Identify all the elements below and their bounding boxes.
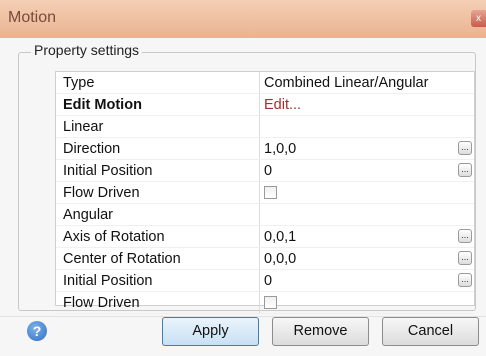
- flow-driven-checkbox[interactable]: [264, 186, 277, 200]
- property-name: Direction: [56, 137, 260, 160]
- property-value-text: Combined Linear/Angular: [264, 74, 429, 91]
- property-name: Initial Position: [56, 159, 260, 182]
- property-value[interactable]: 0...: [259, 159, 474, 182]
- property-value[interactable]: 1,0,0...: [259, 137, 474, 160]
- property-name: Flow Driven: [56, 181, 260, 204]
- property-row[interactable]: Center of Rotation 0,0,0...: [56, 247, 474, 270]
- property-value-text: 1,0,0: [264, 140, 297, 157]
- property-name: Edit Motion: [56, 93, 260, 116]
- window-title: Motion: [8, 9, 57, 26]
- property-row[interactable]: Angular: [56, 203, 474, 226]
- motion-dialog: Motion x Property settings Type Combined …: [0, 0, 486, 356]
- ellipsis-button[interactable]: ...: [458, 229, 472, 243]
- property-value[interactable]: [259, 291, 474, 314]
- ellipsis-button[interactable]: ...: [458, 141, 472, 155]
- property-value-text: 0,0,0: [264, 250, 297, 267]
- property-value-text[interactable]: Edit...: [264, 97, 301, 113]
- ellipsis-button[interactable]: ...: [458, 273, 472, 287]
- property-value[interactable]: 0,0,1...: [259, 225, 474, 248]
- property-value[interactable]: Combined Linear/Angular: [259, 72, 474, 94]
- flow-driven-checkbox[interactable]: [264, 296, 277, 310]
- property-name: Linear: [56, 115, 260, 138]
- property-row[interactable]: Initial Position 0...: [56, 269, 474, 292]
- property-row[interactable]: Direction 1,0,0...: [56, 137, 474, 160]
- ellipsis-button[interactable]: ...: [458, 163, 472, 177]
- help-icon[interactable]: ?: [27, 321, 47, 341]
- remove-button[interactable]: Remove: [272, 317, 369, 346]
- property-row[interactable]: Initial Position 0...: [56, 159, 474, 182]
- property-row[interactable]: Flow Driven: [56, 291, 474, 314]
- apply-button[interactable]: Apply: [162, 317, 259, 346]
- ellipsis-button[interactable]: ...: [458, 251, 472, 265]
- close-icon[interactable]: x: [471, 10, 486, 27]
- property-name: Angular: [56, 203, 260, 226]
- property-value-text: 0,0,1: [264, 228, 297, 245]
- property-row[interactable]: Axis of Rotation 0,0,1...: [56, 225, 474, 248]
- property-value[interactable]: [259, 203, 474, 226]
- property-settings-label: Property settings: [31, 42, 143, 58]
- property-value[interactable]: [259, 115, 474, 138]
- property-value[interactable]: [259, 181, 474, 204]
- property-name: Center of Rotation: [56, 247, 260, 270]
- property-name: Flow Driven: [56, 291, 260, 314]
- property-value-text: 0: [264, 272, 273, 289]
- property-name: Axis of Rotation: [56, 225, 260, 248]
- property-name: Type: [56, 72, 260, 94]
- property-name: Initial Position: [56, 269, 260, 292]
- property-table: Type Combined Linear/Angular Edit Motion Ed…: [56, 72, 474, 314]
- property-value-text: 0: [264, 162, 273, 179]
- property-row[interactable]: Edit Motion Edit...: [56, 93, 474, 116]
- cancel-button[interactable]: Cancel: [382, 317, 479, 346]
- title-bar[interactable]: Motion x: [0, 0, 486, 38]
- property-value[interactable]: Edit...: [259, 93, 474, 116]
- property-value[interactable]: 0...: [259, 269, 474, 292]
- property-value[interactable]: 0,0,0...: [259, 247, 474, 270]
- property-row[interactable]: Linear: [56, 115, 474, 138]
- property-row[interactable]: Type Combined Linear/Angular: [56, 72, 474, 94]
- property-grid: Type Combined Linear/Angular Edit Motion Ed…: [55, 71, 475, 314]
- property-row[interactable]: Flow Driven: [56, 181, 474, 204]
